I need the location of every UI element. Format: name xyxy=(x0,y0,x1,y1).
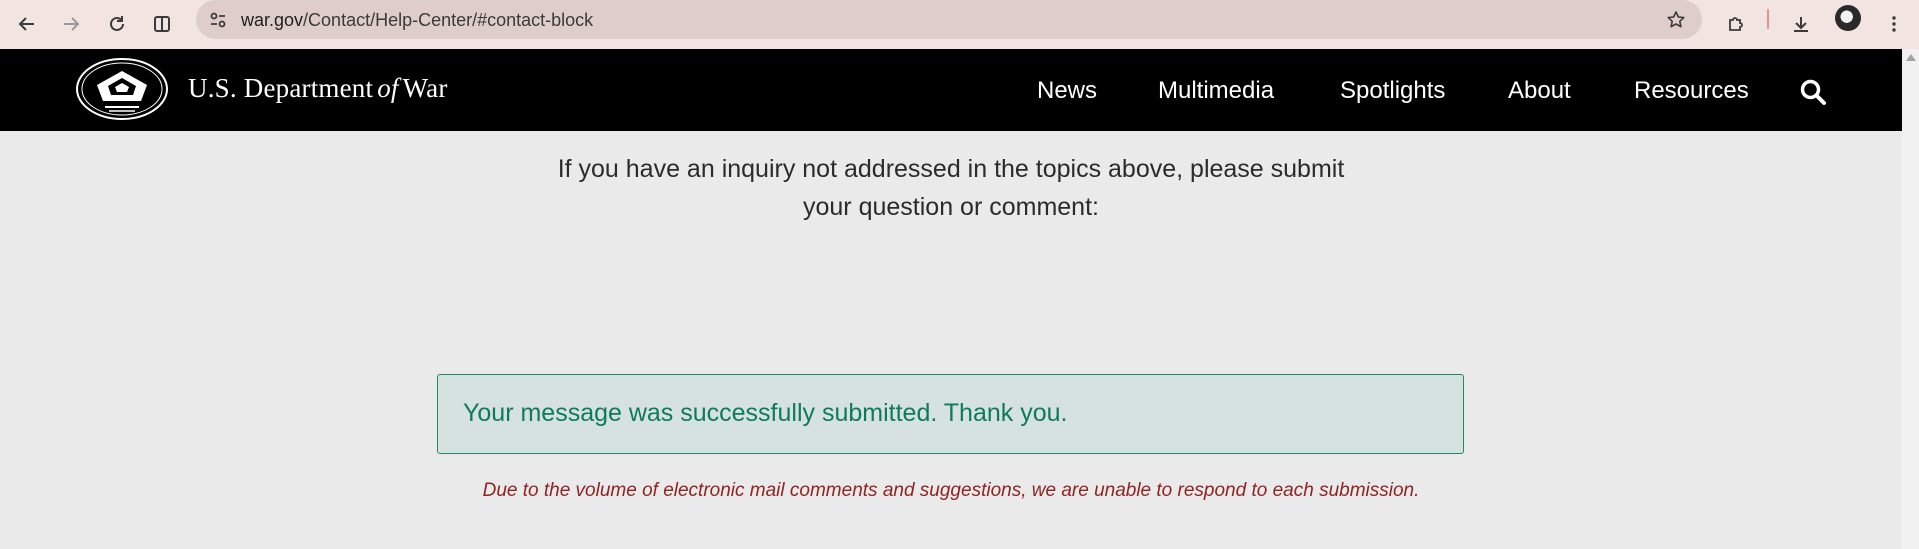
reload-icon xyxy=(110,16,124,31)
download-icon xyxy=(1794,17,1808,32)
intro-line-1: If you have an inquiry not addressed in … xyxy=(557,155,1345,183)
nav-resources[interactable]: Resources xyxy=(1634,77,1749,105)
nav-news[interactable]: News xyxy=(1037,77,1097,105)
toolbar-divider xyxy=(1767,9,1769,29)
site-title[interactable]: U.S. Department of War xyxy=(188,73,448,104)
nav-spotlights[interactable]: Spotlights xyxy=(1340,77,1445,105)
profile-avatar[interactable] xyxy=(1835,5,1861,31)
forward-arrow-icon xyxy=(64,17,80,31)
url-path: /Contact/Help-Center/#contact-block xyxy=(303,10,594,30)
bookmark-star-icon[interactable] xyxy=(1664,8,1688,32)
nav-multimedia[interactable]: Multimedia xyxy=(1158,77,1274,105)
menu-button[interactable] xyxy=(1876,6,1912,42)
success-alert: Your message was successfully submitted.… xyxy=(437,374,1464,454)
scroll-up-arrow-icon[interactable] xyxy=(1906,54,1916,61)
pentagon-seal-logo[interactable] xyxy=(75,57,169,121)
success-message: Your message was successfully submitted.… xyxy=(463,399,1068,427)
site-title-of: of xyxy=(377,73,399,103)
split-view-icon xyxy=(154,16,170,32)
site-info-icon[interactable] xyxy=(206,8,230,32)
nav-about[interactable]: About xyxy=(1508,77,1571,105)
puzzle-icon xyxy=(1729,17,1743,31)
site-header: U.S. Department of War News Multimedia Spo… xyxy=(0,49,1902,131)
site-title-suffix: War xyxy=(402,73,448,103)
search-icon[interactable] xyxy=(1798,77,1828,107)
reload-button[interactable] xyxy=(99,6,135,42)
intro-line-2: your question or comment: xyxy=(803,193,1099,221)
address-bar[interactable]: war.gov/Contact/Help-Center/#contact-blo… xyxy=(196,0,1702,39)
extensions-button[interactable] xyxy=(1718,6,1754,42)
site-title-prefix: U.S. Department xyxy=(188,73,374,103)
back-arrow-icon xyxy=(18,17,34,31)
url-text[interactable]: war.gov/Contact/Help-Center/#contact-blo… xyxy=(241,10,593,31)
forward-button[interactable] xyxy=(53,6,89,42)
browser-toolbar: war.gov/Contact/Help-Center/#contact-blo… xyxy=(0,0,1919,49)
back-button[interactable] xyxy=(9,6,45,42)
url-domain: war.gov xyxy=(241,10,304,30)
response-disclaimer: Due to the volume of electronic mail com… xyxy=(482,480,1420,501)
kebab-menu-icon xyxy=(1892,16,1896,32)
downloads-button[interactable] xyxy=(1783,6,1819,42)
contact-intro: If you have an inquiry not addressed in … xyxy=(0,150,1902,226)
split-view-button[interactable] xyxy=(144,6,180,42)
page-scrollbar[interactable] xyxy=(1902,49,1919,549)
